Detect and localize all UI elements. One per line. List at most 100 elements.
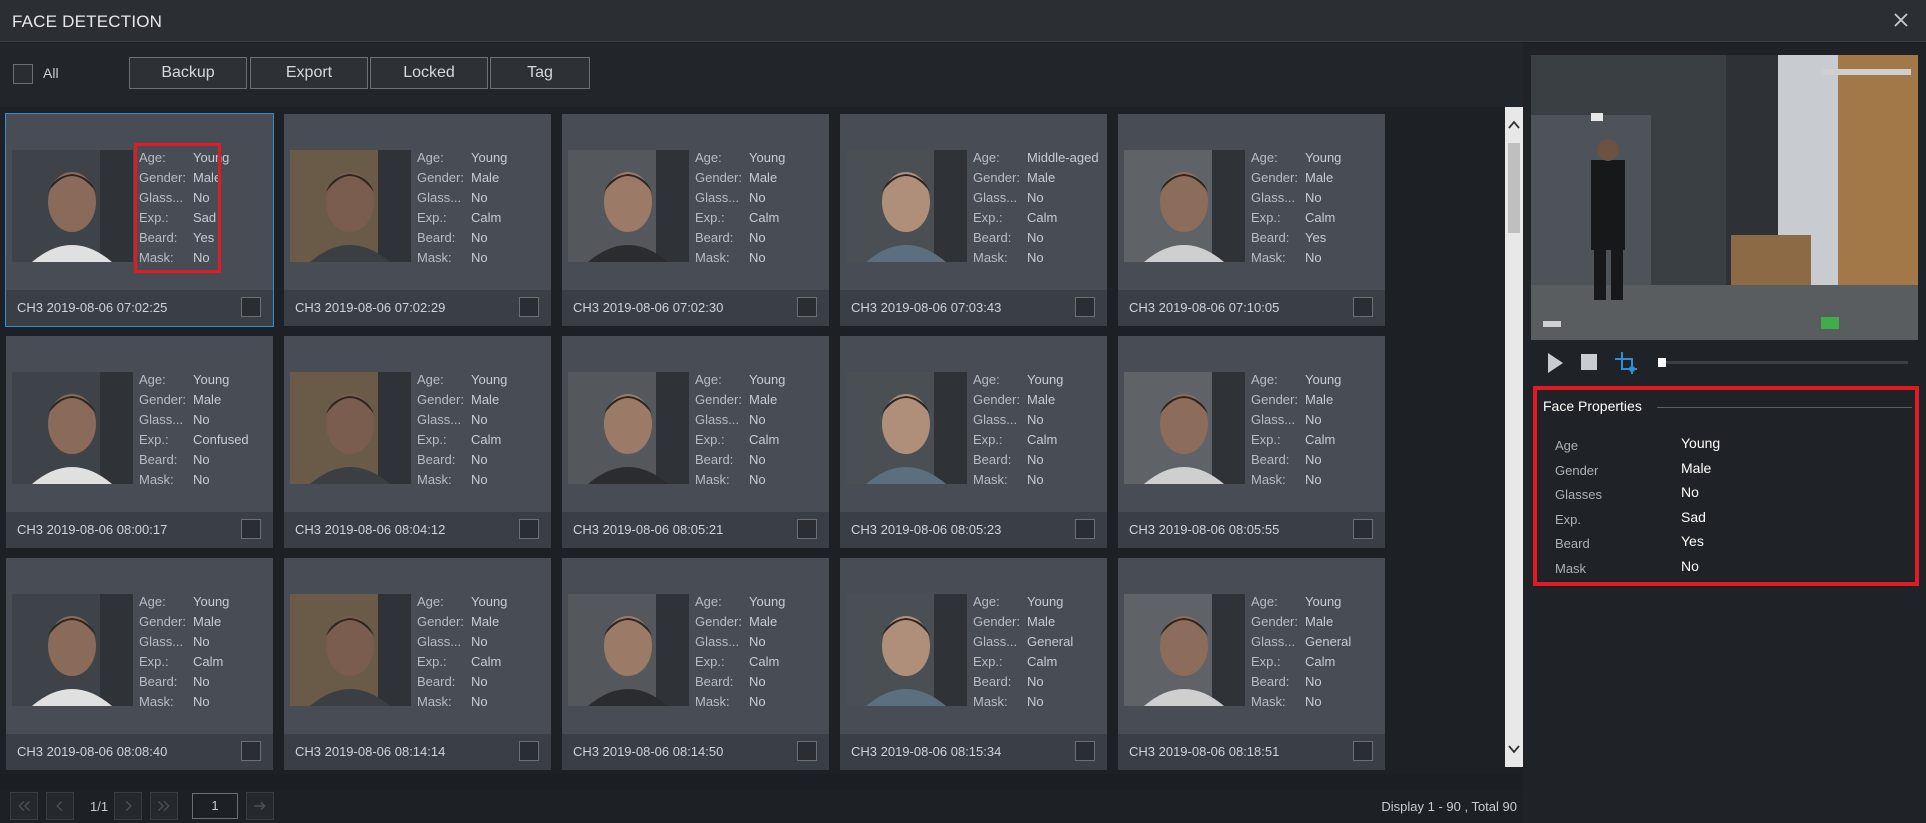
attribute-label: Exp.: <box>973 432 1003 447</box>
face-thumbnail[interactable] <box>568 372 689 484</box>
attribute-row: Gender: Male <box>695 612 827 632</box>
face-thumbnail[interactable] <box>290 594 411 706</box>
face-card[interactable]: Age: Young Gender: Male Glass... General Exp.:… <box>1118 558 1385 770</box>
face-card[interactable]: Age: Young Gender: Male Glass... No Exp.: Calm B… <box>562 114 829 326</box>
crop-icon[interactable] <box>1613 350 1639 376</box>
page-number-input[interactable]: 1 <box>192 793 238 819</box>
close-icon[interactable] <box>1890 9 1912 31</box>
attribute-value: No <box>193 674 210 689</box>
attribute-row: Age: Young <box>695 592 827 612</box>
card-checkbox[interactable] <box>797 519 817 539</box>
attribute-row: Exp.: Calm <box>1251 208 1383 228</box>
attribute-row: Age: Young <box>417 370 549 390</box>
first-page-icon[interactable] <box>10 792 38 820</box>
grid-scrollbar[interactable] <box>1505 107 1523 767</box>
attribute-value: No <box>1027 452 1044 467</box>
face-card[interactable]: Age: Young Gender: Male Glass... No Exp.: Calm B… <box>562 336 829 548</box>
attribute-value: Middle-aged <box>1027 150 1099 165</box>
card-checkbox[interactable] <box>1353 741 1373 761</box>
card-checkbox[interactable] <box>519 297 539 317</box>
attribute-label: Age: <box>1251 594 1278 609</box>
next-page-icon[interactable] <box>114 792 142 820</box>
last-page-icon[interactable] <box>150 792 178 820</box>
go-icon[interactable] <box>246 792 274 820</box>
card-checkbox[interactable] <box>1075 741 1095 761</box>
attribute-row: Age: Young <box>973 370 1105 390</box>
attribute-value: No <box>1305 412 1322 427</box>
card-checkbox[interactable] <box>241 741 261 761</box>
face-thumbnail[interactable] <box>12 372 133 484</box>
face-card[interactable]: Age: Young Gender: Male Glass... General Exp.:… <box>840 558 1107 770</box>
scroll-thumb[interactable] <box>1508 143 1520 233</box>
attribute-value: No <box>749 694 766 709</box>
locked-button[interactable]: Locked <box>370 57 488 89</box>
attribute-value: Calm <box>471 432 502 447</box>
attribute-row: Age: Young <box>417 148 549 168</box>
title-bar: FACE DETECTION <box>0 0 1926 42</box>
video-preview[interactable] <box>1531 55 1918 340</box>
face-card[interactable]: Age: Young Gender: Male Glass... No Exp.: Calm B… <box>284 558 551 770</box>
card-footer: CH3 2019-08-06 07:02:30 <box>562 290 829 326</box>
face-thumbnail[interactable] <box>290 372 411 484</box>
face-thumbnail[interactable] <box>290 150 411 262</box>
attribute-label: Age: <box>973 372 1000 387</box>
attribute-row: Beard: Yes <box>1251 228 1383 248</box>
face-thumbnail[interactable] <box>568 594 689 706</box>
backup-button[interactable]: Backup <box>129 57 247 89</box>
face-thumbnail[interactable] <box>846 150 967 262</box>
attribute-label: Beard: <box>973 674 1012 689</box>
prev-page-icon[interactable] <box>46 792 74 820</box>
face-thumbnail[interactable] <box>1124 594 1245 706</box>
attribute-row: Exp.: Calm <box>695 430 827 450</box>
playback-progress[interactable] <box>1658 358 1908 367</box>
attribute-value: No <box>1305 674 1322 689</box>
attribute-label: Exp.: <box>973 654 1003 669</box>
attribute-value: No <box>1027 230 1044 245</box>
card-checkbox[interactable] <box>797 741 817 761</box>
card-checkbox[interactable] <box>519 519 539 539</box>
card-checkbox[interactable] <box>1075 297 1095 317</box>
attribute-row: Gender: Male <box>695 390 827 410</box>
face-card[interactable]: Age: Young Gender: Male Glass... No Exp.: Calm B… <box>1118 114 1385 326</box>
card-checkbox[interactable] <box>1353 297 1373 317</box>
export-button[interactable]: Export <box>250 57 368 89</box>
face-thumbnail[interactable] <box>1124 372 1245 484</box>
face-card[interactable]: Age: Middle-aged Gender: Male Glass... No Exp.… <box>840 114 1107 326</box>
face-thumbnail[interactable] <box>1124 150 1245 262</box>
card-checkbox[interactable] <box>1353 519 1373 539</box>
face-thumbnail[interactable] <box>568 150 689 262</box>
face-card[interactable]: Age: Young Gender: Male Glass... No Exp.: Calm B… <box>840 336 1107 548</box>
attribute-row: Age: Young <box>1251 592 1383 612</box>
face-thumbnail[interactable] <box>12 594 133 706</box>
stop-icon[interactable] <box>1580 353 1598 371</box>
attribute-value: Calm <box>1027 654 1058 669</box>
capture-timestamp: CH3 2019-08-06 08:08:40 <box>17 744 168 759</box>
face-card[interactable]: Age: Young Gender: Male Glass... No Exp.: Calm B… <box>562 558 829 770</box>
face-card[interactable]: Age: Young Gender: Male Glass... No Exp.: Calm B… <box>284 114 551 326</box>
divider <box>1657 407 1912 408</box>
attribute-value: Young <box>1305 150 1342 165</box>
tag-button[interactable]: Tag <box>490 57 590 89</box>
card-checkbox[interactable] <box>241 297 261 317</box>
scroll-down-icon[interactable] <box>1506 741 1522 757</box>
card-checkbox[interactable] <box>797 297 817 317</box>
face-card[interactable]: Age: Young Gender: Male Glass... No Exp.: Sad Be… <box>5 113 274 327</box>
face-card[interactable]: Age: Young Gender: Male Glass... No Exp.: Calm B… <box>6 558 273 770</box>
progress-knob[interactable] <box>1658 358 1666 367</box>
attribute-row: Gender: Male <box>139 612 271 632</box>
face-card[interactable]: Age: Young Gender: Male Glass... No Exp.: Confu… <box>6 336 273 548</box>
attribute-value: Calm <box>749 432 780 447</box>
face-thumbnail[interactable] <box>12 150 133 262</box>
face-thumbnail[interactable] <box>846 372 967 484</box>
play-icon[interactable] <box>1545 351 1565 375</box>
card-checkbox[interactable] <box>519 741 539 761</box>
attribute-label: Beard: <box>695 674 734 689</box>
select-all-checkbox[interactable] <box>13 64 33 84</box>
face-card[interactable]: Age: Young Gender: Male Glass... No Exp.: Calm B… <box>284 336 551 548</box>
attribute-value: Calm <box>471 210 502 225</box>
face-thumbnail[interactable] <box>846 594 967 706</box>
card-checkbox[interactable] <box>1075 519 1095 539</box>
card-checkbox[interactable] <box>241 519 261 539</box>
scroll-up-icon[interactable] <box>1506 117 1522 133</box>
face-card[interactable]: Age: Young Gender: Male Glass... No Exp.: Calm B… <box>1118 336 1385 548</box>
